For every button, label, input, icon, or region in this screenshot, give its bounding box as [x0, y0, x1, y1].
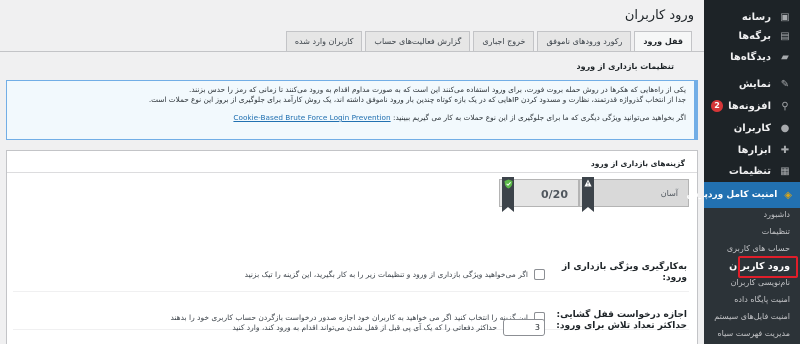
max-attempts-control: 3 حداکثر دفعاتی را که یک آی پی قبل از قف…: [232, 319, 545, 336]
enable-lockout-control: اگر می‌خواهید ویژگی بازداری از ورود و تن…: [245, 269, 545, 280]
admin-sidebar: ▣ رسانه ▤ برگه‌ها ▰ دیدگاه‌ها ✎ نمایش ⚲ …: [686, 0, 800, 344]
max-attempts-label: حداکثر تعداد تلاش برای ورود:: [556, 321, 687, 331]
submenu-settings[interactable]: تنظیمات: [762, 227, 790, 236]
settings-icon: ▦: [780, 165, 790, 177]
tab-bar: قفل ورود رکورد ورودهای ناموفق خروج اجبار…: [283, 31, 692, 52]
menu-item-tools[interactable]: ✚ ابزارها: [704, 139, 800, 161]
info-notice: یکی از راه‌هایی که هکرها در روش حمله برو…: [6, 80, 698, 140]
row-separator: [13, 291, 689, 292]
main-content: ورود کاربران قفل ورود رکورد ورودهای نامو…: [0, 0, 704, 344]
submenu-database-security[interactable]: امنیت پایگاه داده: [734, 295, 790, 304]
max-attempts-input[interactable]: 3: [503, 319, 545, 336]
menu-label: دیدگاه‌ها: [730, 51, 771, 63]
plugins-icon: ⚲: [781, 100, 789, 112]
options-panel: گزینه‌های بازداری از ورود آسان 0/20 به‌ک…: [6, 150, 698, 344]
menu-item-plugins[interactable]: ⚲ افزونه‌ها 2: [704, 95, 800, 117]
menu-item-pages[interactable]: ▤ برگه‌ها: [704, 25, 800, 47]
difficulty-level: آسان: [660, 189, 678, 198]
menu-item-users[interactable]: ● کاربران: [704, 117, 800, 139]
notice-line-2: جدا از انتخاب گذرواژه قدرتمند، نظارت و م…: [148, 95, 686, 104]
tab-account-activity-logs[interactable]: گزارش فعالیت‌های حساب: [365, 31, 471, 51]
tab-login-lockout[interactable]: قفل ورود: [634, 31, 692, 52]
setting-row-max-attempts: حداکثر تعداد تلاش برای ورود: 3 حداکثر دف…: [7, 319, 697, 344]
section-title: تنظیمات بازداری از ورود: [576, 62, 675, 71]
notice-line-3: اگر بخواهید می‌توانید ویژگی دیگری که ما …: [15, 113, 686, 123]
security-score: 0/20: [541, 188, 568, 201]
menu-label: برگه‌ها: [738, 30, 771, 42]
active-menu-arrow: [697, 189, 704, 201]
pages-icon: ▤: [780, 30, 790, 42]
tab-logged-in-users[interactable]: کاربران وارد شده: [285, 31, 363, 51]
appearance-icon: ✎: [780, 78, 790, 90]
tab-divider: [0, 51, 704, 52]
shield-icon: ◈: [784, 189, 792, 201]
menu-label: ابزارها: [737, 144, 771, 156]
tools-icon: ✚: [780, 144, 790, 156]
menu-item-appearance[interactable]: ✎ نمایش: [704, 73, 800, 95]
notice-line-3-text: اگر بخواهید می‌توانید ویژگی دیگری که ما …: [392, 113, 686, 122]
menu-item-settings[interactable]: ▦ تنظیمات: [704, 160, 800, 182]
menu-item-security[interactable]: ◈ امنیت کامل وردپرس: [686, 182, 800, 208]
menu-label: کاربران: [733, 122, 771, 134]
menu-item-comments[interactable]: ▰ دیدگاه‌ها: [704, 46, 800, 68]
submenu-blacklist-manager[interactable]: مدیریت فهرست سیاه: [717, 329, 790, 338]
submenu-user-accounts[interactable]: حساب های کاربری: [727, 244, 790, 253]
setting-row-enable-lockout: به‌کارگیری ویژگی بازداری از ورود: اگر می…: [7, 262, 697, 292]
security-score-badge: 0/20: [499, 177, 579, 212]
enable-lockout-description: اگر می‌خواهید ویژگی بازداری از ورود و تن…: [244, 270, 528, 279]
highlight-annotation-box: [738, 256, 798, 278]
menu-label: رسانه: [741, 11, 771, 23]
submenu-filesystem-security[interactable]: امنیت فایل‌های سیستم: [714, 312, 790, 321]
enable-lockout-checkbox[interactable]: [534, 269, 545, 280]
menu-label: تنظیمات: [728, 165, 771, 177]
max-attempts-description: حداکثر دفعاتی را که یک آی پی قبل از قفل …: [232, 323, 497, 332]
page-title: ورود کاربران: [624, 8, 694, 23]
shield-check-icon: [504, 179, 512, 189]
score-ribbon: [502, 177, 514, 212]
plugin-update-badge: 2: [711, 100, 724, 112]
menu-label: نمایش: [738, 78, 771, 90]
media-icon: ▣: [780, 11, 790, 23]
submenu-dashboard[interactable]: داشبورد: [764, 210, 790, 219]
panel-divider: [7, 172, 697, 173]
tab-force-logout[interactable]: خروج اجباری: [473, 31, 535, 51]
difficulty-badge: آسان: [579, 177, 689, 212]
menu-label: افزونه‌ها: [728, 100, 771, 112]
comments-icon: ▰: [781, 51, 789, 63]
notice-line-1: یکی از راه‌هایی که هکرها در روش حمله برو…: [189, 85, 686, 94]
enable-lockout-label: به‌کارگیری ویژگی بازداری از ورود:: [561, 262, 687, 283]
tab-failed-login-records[interactable]: رکورد ورودهای ناموفق: [537, 31, 632, 51]
submenu-user-registration[interactable]: نام‌نویسی کاربران: [731, 278, 790, 287]
warning-icon: [584, 179, 592, 187]
cookie-brute-force-link[interactable]: Cookie-Based Brute Force Login Preventio…: [233, 113, 390, 122]
difficulty-ribbon: [582, 177, 594, 212]
users-icon: ●: [780, 122, 790, 134]
panel-title: گزینه‌های بازداری از ورود: [590, 159, 685, 168]
